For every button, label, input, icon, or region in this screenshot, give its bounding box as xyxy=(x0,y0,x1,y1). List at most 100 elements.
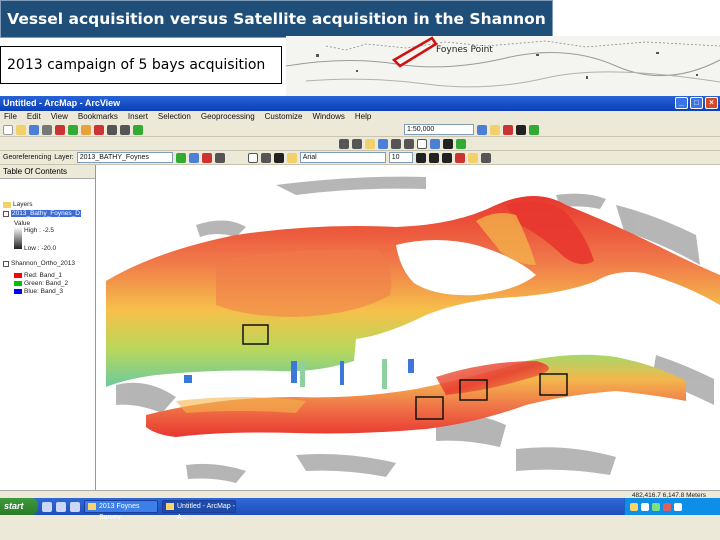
map-place-label: Foynes Point xyxy=(436,45,493,55)
tray-alert-icon[interactable] xyxy=(663,502,671,511)
pan-icon[interactable] xyxy=(365,138,375,149)
find-icon[interactable] xyxy=(456,138,466,149)
arcmap-window: Untitled - ArcMap - ArcView _ □ × File E… xyxy=(0,96,720,540)
tools-toolbar xyxy=(0,137,720,151)
layer-label: Layer: xyxy=(54,154,74,161)
taskbar-item-arcmap[interactable]: Untitled - ArcMap - A... xyxy=(162,500,236,521)
close-button[interactable]: × xyxy=(705,97,718,109)
toolbox-icon[interactable] xyxy=(503,124,513,135)
menu-edit[interactable]: Edit xyxy=(27,111,41,123)
table-of-contents-panel: Table Of Contents Layers 2013_Bathy_Foyn… xyxy=(0,165,96,495)
windows-taskbar: start 2013 Foynes Survey Untitled - ArcM… xyxy=(0,498,720,521)
georeferencing-menu[interactable]: Georeferencing xyxy=(3,154,51,161)
tray-network-icon[interactable] xyxy=(641,502,649,511)
start-button[interactable]: start xyxy=(0,498,38,515)
blue-band-label: Blue: Band_3 xyxy=(24,288,64,295)
raster-visibility-checkbox[interactable] xyxy=(3,210,9,217)
forward-extent-icon[interactable] xyxy=(404,138,414,149)
map-canvas[interactable] xyxy=(96,165,720,495)
menu-windows[interactable]: Windows xyxy=(312,111,344,123)
quick-launch-ie-icon[interactable] xyxy=(42,501,52,512)
low-value-label: Low : -20.0 xyxy=(24,245,57,252)
bold-icon[interactable] xyxy=(415,152,426,163)
rotate-icon[interactable] xyxy=(201,152,212,163)
image-layer-label: Shannon_Ortho_2013 xyxy=(11,260,75,267)
location-map-thumbnail: Foynes Point xyxy=(286,36,720,96)
window-titlebar[interactable]: Untitled - ArcMap - ArcView _ □ × xyxy=(0,96,720,111)
tray-security-icon[interactable] xyxy=(652,502,660,511)
fill-color-icon[interactable] xyxy=(467,152,478,163)
maximize-button[interactable]: □ xyxy=(690,97,703,109)
menu-customize[interactable]: Customize xyxy=(265,111,303,123)
green-band-swatch xyxy=(14,281,22,286)
layers-folder-icon xyxy=(3,201,11,208)
menu-insert[interactable]: Insert xyxy=(128,111,148,123)
tray-folder-icon[interactable] xyxy=(630,502,638,511)
toc-layers-group[interactable]: Layers xyxy=(3,201,33,208)
italic-icon[interactable] xyxy=(428,152,439,163)
catalog-icon[interactable] xyxy=(490,124,500,135)
zoom-in-icon[interactable] xyxy=(339,138,349,149)
open-icon[interactable] xyxy=(16,124,26,135)
add-data-icon[interactable] xyxy=(133,124,143,135)
menu-view[interactable]: View xyxy=(51,111,68,123)
scale-combo[interactable]: 1:50,000 xyxy=(404,124,474,135)
save-icon[interactable] xyxy=(29,124,39,135)
full-extent-icon[interactable] xyxy=(378,138,388,149)
shift-icon[interactable] xyxy=(214,152,225,163)
new-icon[interactable] xyxy=(3,124,13,135)
high-value-label: High : -2.5 xyxy=(24,227,54,234)
font-combo[interactable]: Arial xyxy=(299,152,386,163)
redo-icon[interactable] xyxy=(120,124,130,135)
layer-combo[interactable]: 2013_BATHY_Foynes xyxy=(76,152,173,163)
toc-title: Table Of Contents xyxy=(0,165,95,179)
menu-help[interactable]: Help xyxy=(355,111,371,123)
toc-raster-layer[interactable]: 2013_Bathy_Foynes_D xyxy=(3,210,81,217)
window-title: Untitled - ArcMap - ArcView xyxy=(3,98,121,108)
quick-launch-desktop-icon[interactable] xyxy=(56,501,66,512)
cut-icon[interactable] xyxy=(55,124,65,135)
menu-file[interactable]: File xyxy=(4,111,17,123)
copy-icon[interactable] xyxy=(68,124,78,135)
editor-icon[interactable] xyxy=(477,124,487,135)
quick-launch-explorer-icon[interactable] xyxy=(70,501,80,512)
callout-icon[interactable] xyxy=(286,152,297,163)
image-visibility-checkbox[interactable] xyxy=(3,260,9,267)
back-extent-icon[interactable] xyxy=(391,138,401,149)
color-ramp-swatch xyxy=(14,227,22,249)
print-icon[interactable] xyxy=(42,124,52,135)
band-row-red: Red: Band_1 xyxy=(14,272,62,279)
green-band-label: Green: Band_2 xyxy=(24,280,69,287)
python-icon[interactable] xyxy=(516,124,526,135)
tray-volume-icon[interactable] xyxy=(674,502,682,511)
text-tool-icon[interactable] xyxy=(273,152,284,163)
draw-pointer-icon[interactable] xyxy=(247,152,258,163)
select-features-icon[interactable] xyxy=(417,138,427,149)
measure-icon[interactable] xyxy=(443,138,453,149)
red-band-swatch xyxy=(14,273,22,278)
toc-value-label: Value xyxy=(14,220,31,227)
undo-icon[interactable] xyxy=(107,124,117,135)
minimize-button[interactable]: _ xyxy=(675,97,688,109)
line-color-icon[interactable] xyxy=(480,152,491,163)
add-control-points-icon[interactable] xyxy=(175,152,186,163)
identify-icon[interactable] xyxy=(430,138,440,149)
zoom-out-icon[interactable] xyxy=(352,138,362,149)
font-color-icon[interactable] xyxy=(454,152,465,163)
slide-subtitle: 2013 campaign of 5 bays acquisition xyxy=(0,46,282,84)
link-table-icon[interactable] xyxy=(188,152,199,163)
taskbar-item-survey[interactable]: 2013 Foynes Survey xyxy=(84,500,158,521)
toc-image-layer[interactable]: Shannon_Ortho_2013 xyxy=(3,260,75,267)
paste-icon[interactable] xyxy=(81,124,91,135)
menu-bar: File Edit View Bookmarks Insert Selectio… xyxy=(0,111,720,123)
layers-group-label: Layers xyxy=(13,201,33,208)
font-size-combo[interactable]: 10 xyxy=(388,152,413,163)
menu-selection[interactable]: Selection xyxy=(158,111,191,123)
menu-geoprocessing[interactable]: Geoprocessing xyxy=(201,111,255,123)
delete-icon[interactable] xyxy=(94,124,104,135)
underline-icon[interactable] xyxy=(441,152,452,163)
menu-bookmarks[interactable]: Bookmarks xyxy=(78,111,118,123)
draw-shapes-icon[interactable] xyxy=(260,152,271,163)
model-builder-icon[interactable] xyxy=(529,124,539,135)
system-tray xyxy=(624,498,720,515)
